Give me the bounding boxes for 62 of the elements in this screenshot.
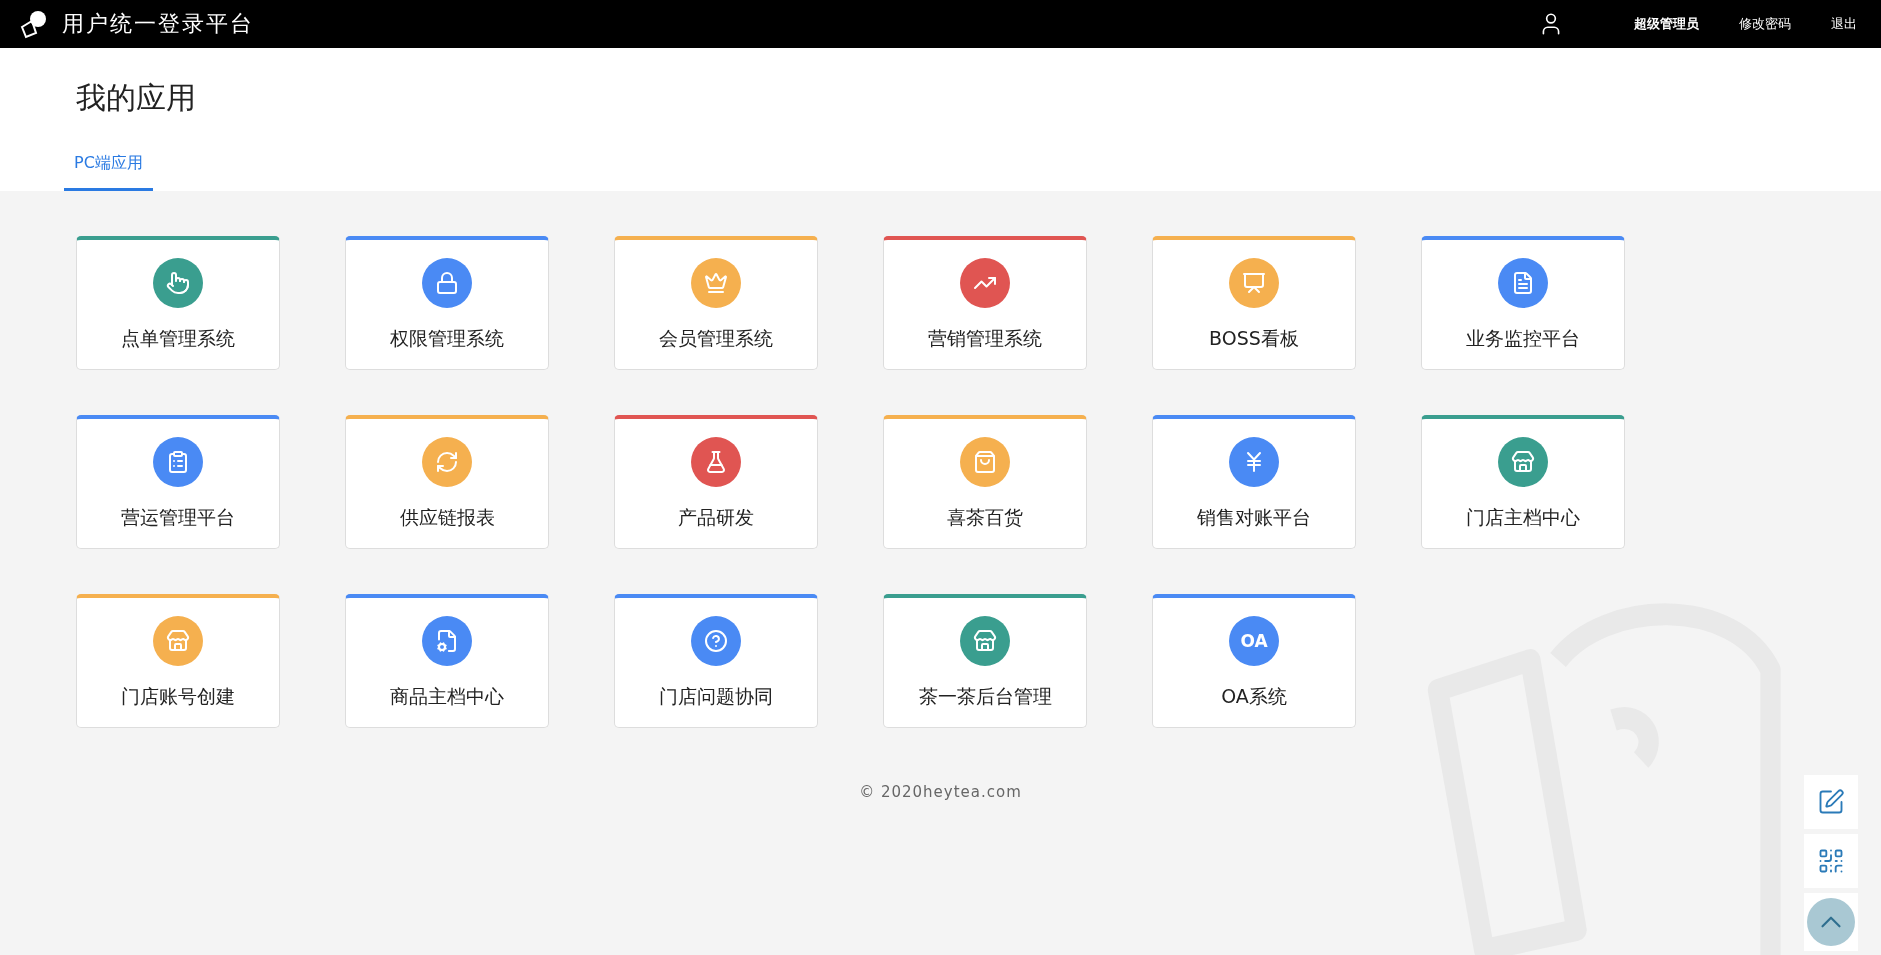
app-card[interactable]: 产品研发 bbox=[614, 415, 818, 549]
app-name: OA系统 bbox=[1221, 684, 1287, 709]
document-gear-icon bbox=[435, 629, 459, 653]
app-name: 权限管理系统 bbox=[390, 326, 504, 351]
app-name: 销售对账平台 bbox=[1197, 505, 1311, 530]
page-title: 我的应用 bbox=[76, 79, 197, 117]
document-icon bbox=[1511, 271, 1535, 295]
app-name: 门店问题协同 bbox=[659, 684, 773, 709]
app-name: BOSS看板 bbox=[1209, 326, 1299, 351]
app-name: 供应链报表 bbox=[399, 505, 495, 530]
app-title: 用户统一登录平台 bbox=[62, 10, 255, 38]
presentation-icon bbox=[1242, 271, 1266, 295]
app-card[interactable]: 会员管理系统 bbox=[614, 236, 818, 370]
app-card[interactable]: 点单管理系统 bbox=[76, 236, 280, 370]
bag-icon bbox=[973, 450, 997, 474]
app-card[interactable]: 营销管理系统 bbox=[883, 236, 1087, 370]
app-card[interactable]: 门店问题协同 bbox=[614, 594, 818, 728]
header-link[interactable]: 超级管理员 bbox=[1634, 15, 1699, 33]
app-name: 商品主档中心 bbox=[390, 684, 504, 709]
app-name: 门店主档中心 bbox=[1466, 505, 1580, 530]
flask-icon bbox=[704, 450, 728, 474]
app-card[interactable]: 喜茶百货 bbox=[883, 415, 1087, 549]
app-name: 喜茶百货 bbox=[947, 505, 1023, 530]
app-card[interactable]: 门店账号创建 bbox=[76, 594, 280, 728]
question-icon bbox=[704, 629, 728, 653]
qr-code-button[interactable] bbox=[1804, 834, 1858, 888]
app-card[interactable]: BOSS看板 bbox=[1152, 236, 1356, 370]
app-card[interactable]: 营运管理平台 bbox=[76, 415, 280, 549]
edit-icon bbox=[1817, 788, 1845, 816]
app-card[interactable]: OA OA系统 bbox=[1152, 594, 1356, 728]
header-link[interactable]: 退出 bbox=[1831, 15, 1857, 33]
store-icon bbox=[1511, 450, 1535, 474]
cycle-icon bbox=[435, 450, 459, 474]
qr-code-icon bbox=[1817, 847, 1845, 875]
store-icon bbox=[973, 629, 997, 653]
feedback-button[interactable] bbox=[1804, 775, 1858, 829]
app-name: 业务监控平台 bbox=[1466, 326, 1580, 351]
app-name: 产品研发 bbox=[678, 505, 754, 530]
app-name: 门店账号创建 bbox=[121, 684, 235, 709]
app-card[interactable]: 茶一茶后台管理 bbox=[883, 594, 1087, 728]
pointer-icon bbox=[166, 271, 190, 295]
app-name: 营销管理系统 bbox=[928, 326, 1042, 351]
clipboard-icon bbox=[166, 450, 190, 474]
crown-icon bbox=[704, 271, 728, 295]
tab[interactable]: PC端应用 bbox=[64, 153, 153, 191]
app-name: 营运管理平台 bbox=[121, 505, 235, 530]
app-card[interactable]: 门店主档中心 bbox=[1421, 415, 1625, 549]
logo-icon bbox=[18, 9, 48, 39]
logo-text: OA bbox=[1240, 631, 1268, 651]
app-card[interactable]: 权限管理系统 bbox=[345, 236, 549, 370]
header-link[interactable]: 修改密码 bbox=[1739, 15, 1791, 33]
copyright-text: © 2020heytea.com bbox=[859, 783, 1022, 801]
app-name: 茶一茶后台管理 bbox=[918, 684, 1052, 709]
app-name: 点单管理系统 bbox=[121, 326, 235, 351]
app-card[interactable]: 商品主档中心 bbox=[345, 594, 549, 728]
store-icon bbox=[166, 629, 190, 653]
lock-icon bbox=[435, 271, 459, 295]
app-card[interactable]: 销售对账平台 bbox=[1152, 415, 1356, 549]
back-to-top-button[interactable] bbox=[1804, 893, 1858, 951]
app-card[interactable]: 业务监控平台 bbox=[1421, 236, 1625, 370]
app-card[interactable]: 供应链报表 bbox=[345, 415, 549, 549]
app-name: 会员管理系统 bbox=[659, 326, 773, 351]
